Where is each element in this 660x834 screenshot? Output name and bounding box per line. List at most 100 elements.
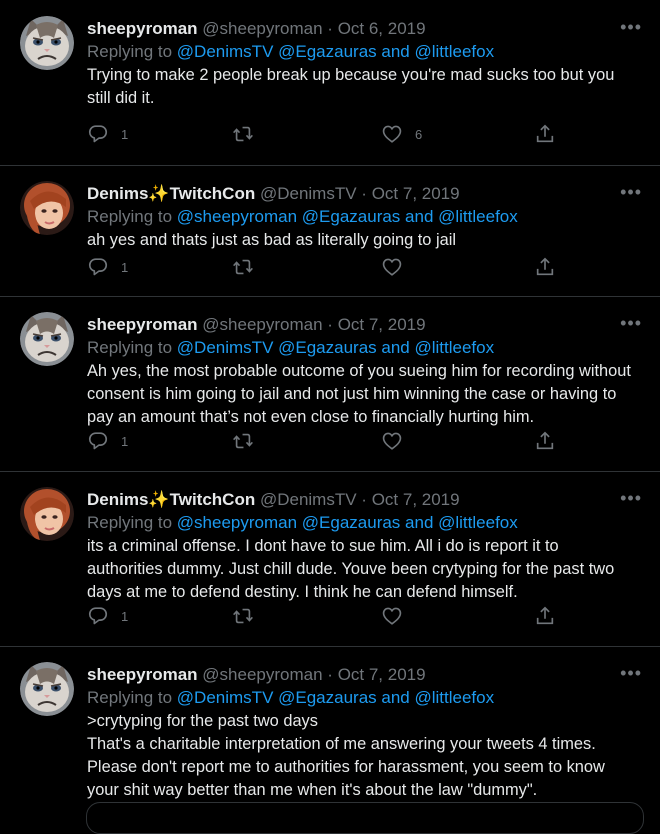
share-button[interactable] [534,256,556,278]
share-icon [536,257,554,276]
tweet-text: its a criminal offense. I dont have to s… [87,535,642,604]
user-handle[interactable]: @sheepyroman [202,665,322,684]
tweet[interactable]: ••• sheepyroman @sheepyroman · Oct 7, 20… [0,296,660,472]
reply-icon [88,607,108,625]
sparkles-icon: ✨ [148,490,170,509]
like-button[interactable]: 6 [381,123,422,145]
display-name[interactable]: Denims [87,184,148,203]
tweet-actions: 1 [87,430,557,454]
retweet-icon [232,126,254,142]
user-handle[interactable]: @sheepyroman [202,315,322,334]
tweet-text-line: >crytyping for the past two days [87,712,318,730]
tweet-text: ah yes and thats just as bad as literall… [87,229,642,252]
retweet-button[interactable] [232,605,266,627]
retweet-button[interactable] [232,256,266,278]
like-button[interactable] [381,605,415,627]
tweet-text-line: days at me to defend destiny. I think he… [87,583,518,601]
reply-handles-link[interactable]: @DenimsTV @Egazauras and @littleefox [177,338,494,357]
reply-button[interactable]: 1 [87,605,128,627]
tweet-actions: 1 [87,256,557,280]
user-handle[interactable]: @sheepyroman [202,19,322,38]
user-handle[interactable]: @DenimsTV [260,184,357,203]
grumpy-cat-avatar-icon [20,16,74,70]
display-name-suffix[interactable]: TwitchCon [170,490,256,509]
share-icon [536,124,554,143]
replying-to: Replying to @DenimsTV @Egazauras and @li… [87,686,642,709]
retweet-icon [232,259,254,275]
tweet-date[interactable]: Oct 7, 2019 [372,184,460,203]
tweet-text: Ah yes, the most probable outcome of you… [87,360,642,429]
tweet-header: Denims✨TwitchCon @DenimsTV · Oct 7, 2019 [87,183,642,205]
share-button[interactable] [534,430,556,452]
tweet-text-line: authorities dummy. Just chill dude. Youv… [87,560,615,578]
tweet-text-line: Ah yes, the most probable outcome of you… [87,362,631,380]
share-button[interactable] [534,605,556,627]
tweet-date[interactable]: Oct 7, 2019 [372,490,460,509]
tweet[interactable]: ••• Denims✨TwitchCon @DenimsTV · Oct 7, … [0,471,660,647]
replying-to-label: Replying to [87,688,173,707]
reply-icon [88,432,108,450]
avatar[interactable] [20,312,74,366]
tweet-text: Trying to make 2 people break up because… [87,64,642,110]
like-button[interactable] [381,256,415,278]
separator: · [327,315,333,334]
avatar[interactable] [20,487,74,541]
tweet-header: sheepyroman @sheepyroman · Oct 7, 2019 [87,314,642,336]
display-name-suffix[interactable]: TwitchCon [170,184,256,203]
reply-button[interactable]: 1 [87,123,128,145]
retweet-button[interactable] [232,430,266,452]
replying-to-label: Replying to [87,338,173,357]
replying-to-label: Replying to [87,207,173,226]
heart-icon [382,432,402,450]
tweet-text-line: your shit way better than me when it's a… [87,781,538,799]
embedded-card-edge [86,802,644,834]
separator: · [361,184,367,203]
replying-to: Replying to @sheepyroman @Egazauras and … [87,511,642,534]
separator: · [327,665,333,684]
reply-button[interactable]: 1 [87,430,128,452]
tweet-actions: 1 6 [87,123,557,147]
tweet-date[interactable]: Oct 7, 2019 [338,665,426,684]
tweet-text-line: ah yes and thats just as bad as literall… [87,231,457,249]
replying-to: Replying to @DenimsTV @Egazauras and @li… [87,336,642,359]
tweet-date[interactable]: Oct 7, 2019 [338,315,426,334]
tweet[interactable]: ••• sheepyroman @sheepyroman · Oct 6, 20… [0,0,660,166]
reply-handles-link[interactable]: @sheepyroman @Egazauras and @littleefox [177,513,518,532]
reply-handles-link[interactable]: @sheepyroman @Egazauras and @littleefox [177,207,518,226]
avatar[interactable] [20,181,74,235]
reply-handles-link[interactable]: @DenimsTV @Egazauras and @littleefox [177,688,494,707]
heart-icon [382,125,402,143]
sparkles-icon: ✨ [148,184,170,203]
display-name[interactable]: sheepyroman [87,315,198,334]
tweet-text-line: Please don't report me to authorities fo… [87,758,605,776]
denims-avatar-icon [20,181,74,235]
tweet-header: sheepyroman @sheepyroman · Oct 7, 2019 [87,664,642,686]
reply-count: 1 [121,126,129,142]
avatar[interactable] [20,16,74,70]
display-name[interactable]: sheepyroman [87,665,198,684]
display-name[interactable]: Denims [87,490,148,509]
like-button[interactable] [381,430,415,452]
tweet-date[interactable]: Oct 6, 2019 [338,19,426,38]
share-button[interactable] [534,123,556,145]
retweet-icon [232,433,254,449]
tweet-header: Denims✨TwitchCon @DenimsTV · Oct 7, 2019 [87,489,642,511]
reply-count: 1 [121,433,129,449]
reply-icon [88,258,108,276]
replying-to-label: Replying to [87,513,173,532]
tweet[interactable]: ••• Denims✨TwitchCon @DenimsTV · Oct 7, … [0,165,660,297]
user-handle[interactable]: @DenimsTV [260,490,357,509]
separator: · [361,490,367,509]
tweet-header: sheepyroman @sheepyroman · Oct 6, 2019 [87,18,642,40]
grumpy-cat-avatar-icon [20,312,74,366]
separator: · [327,19,333,38]
like-count: 6 [415,126,423,142]
replying-to-label: Replying to [87,42,173,61]
tweet[interactable]: ••• sheepyroman @sheepyroman · Oct 7, 20… [0,646,660,815]
display-name[interactable]: sheepyroman [87,19,198,38]
reply-handles-link[interactable]: @DenimsTV @Egazauras and @littleefox [177,42,494,61]
retweet-button[interactable] [232,123,266,145]
reply-button[interactable]: 1 [87,256,128,278]
tweet-text-line: That's a charitable interpretation of me… [87,735,596,753]
avatar[interactable] [20,662,74,716]
